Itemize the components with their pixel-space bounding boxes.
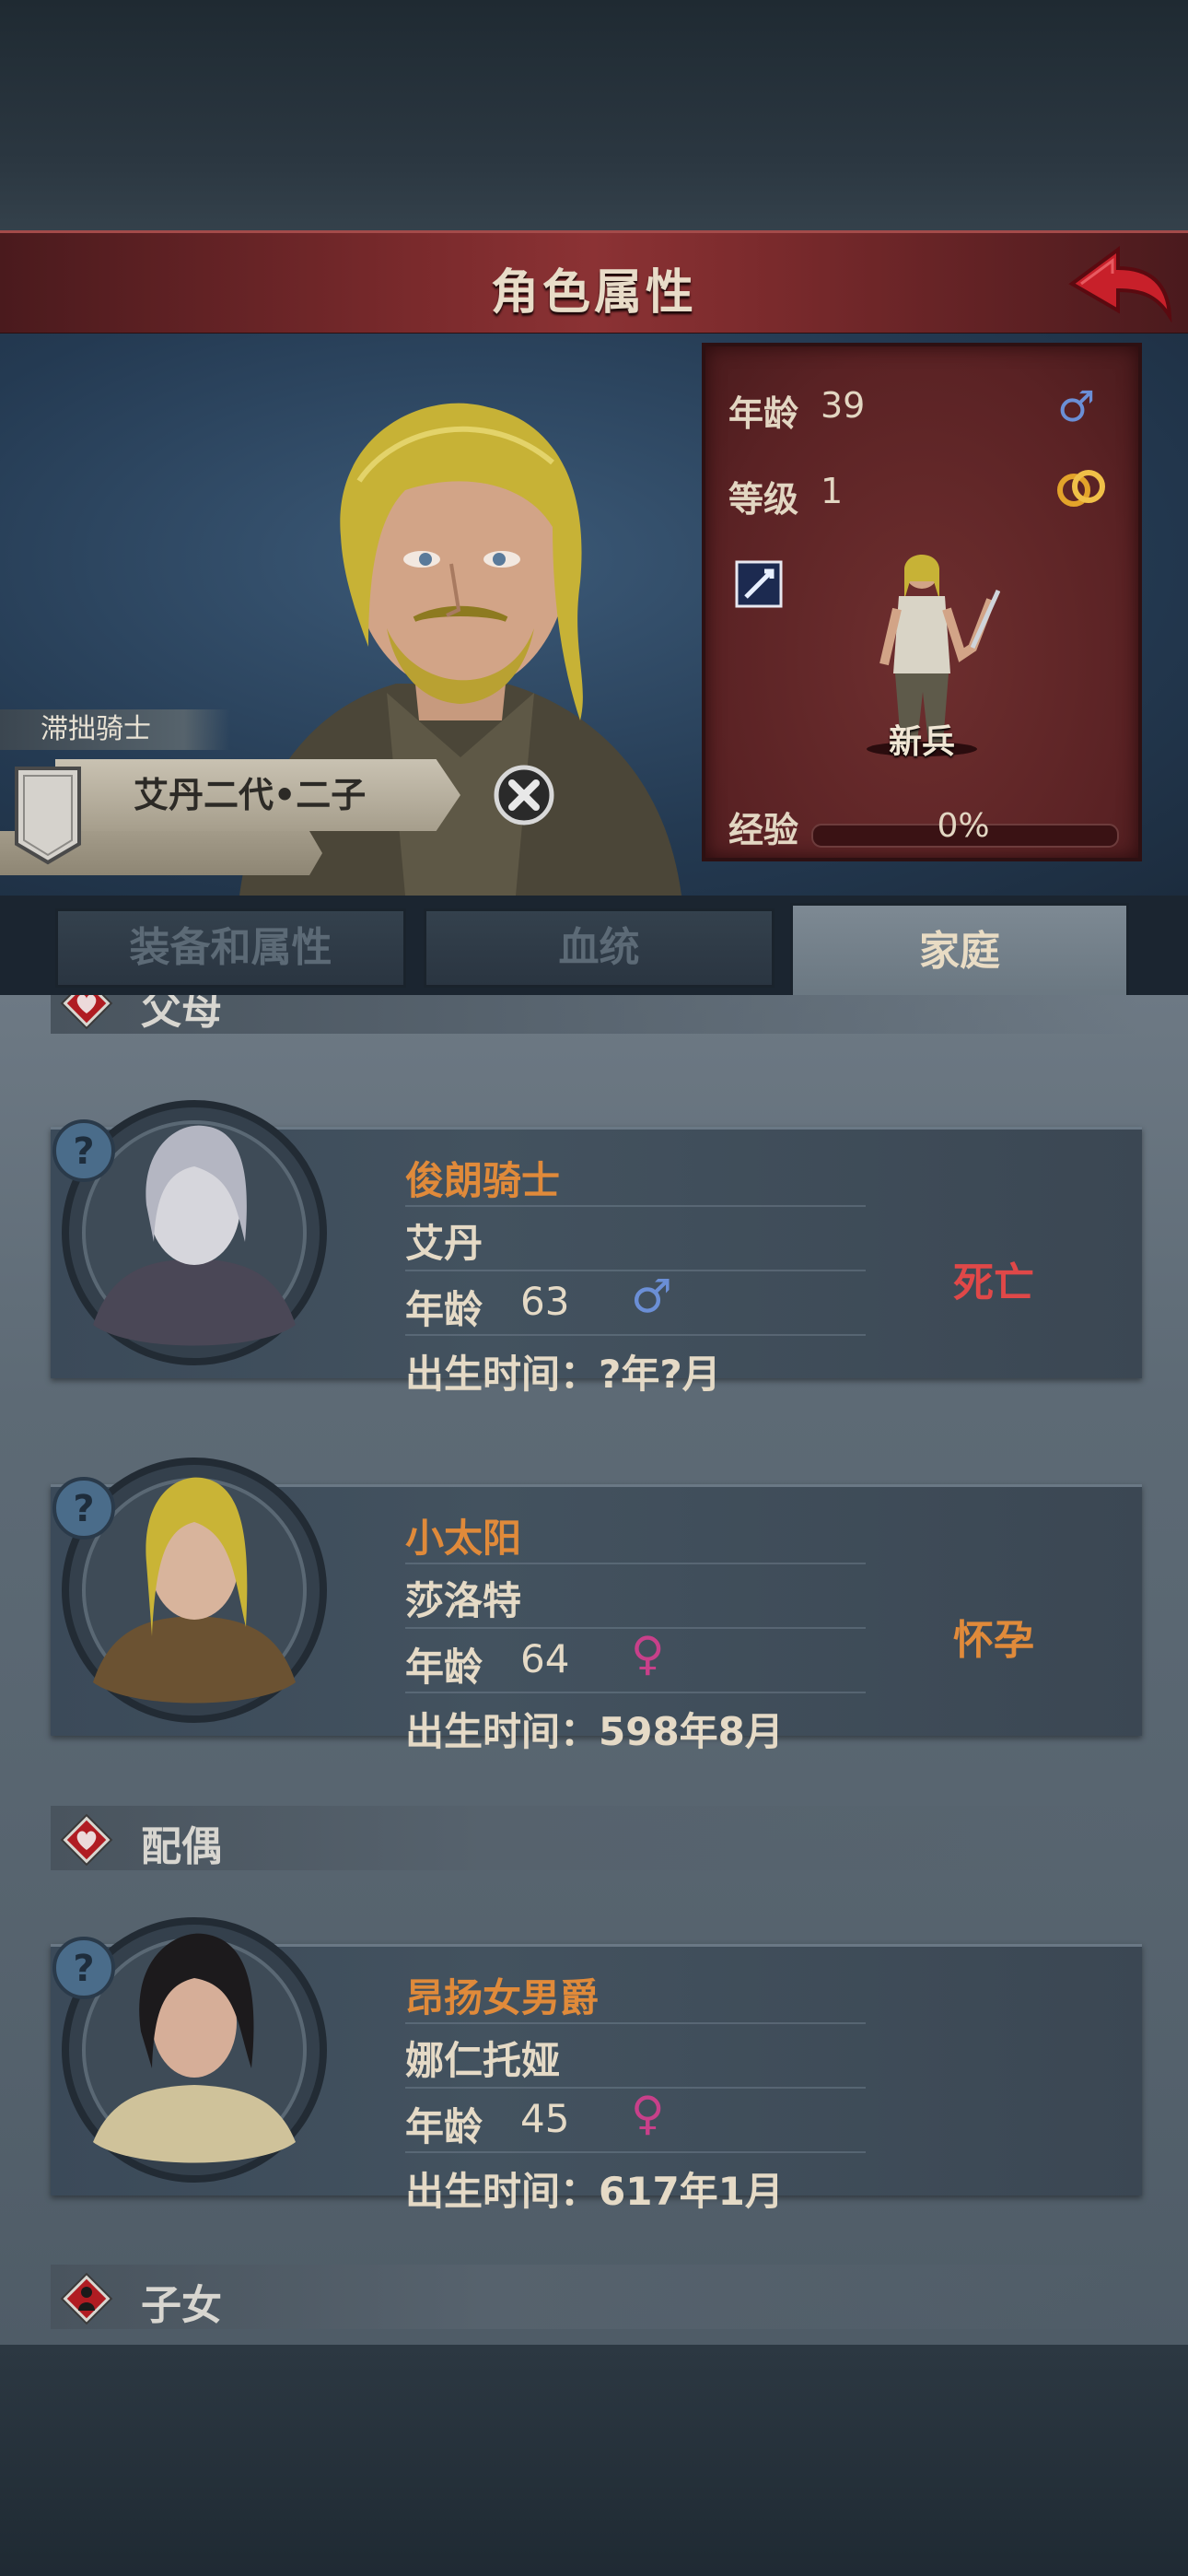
- heart-icon: [60, 1813, 113, 1867]
- svg-text:?: ?: [73, 1948, 94, 1990]
- level-label: 等级: [728, 479, 799, 520]
- family-card[interactable]: ? 小太阳 莎洛特 年龄 64 ♀ 出生时间：598年8月 怀孕: [51, 1458, 1142, 1754]
- member-birth: 出生时间：617年1月: [405, 2169, 784, 2214]
- back-arrow-icon[interactable]: [1065, 242, 1175, 325]
- age-label: 年龄: [728, 393, 799, 434]
- svg-text:?: ?: [73, 1488, 94, 1530]
- member-status: 怀孕: [953, 1617, 1034, 1664]
- level-value: 1: [821, 471, 844, 511]
- member-birth: 出生时间：?年?月: [405, 1352, 721, 1397]
- section-parents-label: 父母: [141, 995, 222, 1034]
- top-background: [0, 0, 1188, 230]
- member-age-label: 年龄: [405, 1287, 483, 1332]
- male-icon: ♂: [631, 1270, 672, 1323]
- bottom-background: [0, 2345, 1188, 2576]
- female-icon: ♀: [631, 1627, 665, 1680]
- svg-text:?: ?: [73, 1130, 94, 1173]
- section-spouse: 配偶: [51, 1806, 1137, 1870]
- female-icon: ♀: [631, 2087, 665, 2140]
- help-icon[interactable]: ?: [51, 1475, 117, 1541]
- male-icon: ♂: [1057, 381, 1096, 431]
- help-icon[interactable]: ?: [51, 1935, 117, 2001]
- sword-skill-icon[interactable]: [735, 560, 783, 608]
- family-card[interactable]: ? 俊朗骑士 艾丹 年龄 63 ♂ 出生时间：?年?月 死亡: [51, 1100, 1142, 1397]
- section-parents: 父母: [51, 995, 1137, 1034]
- member-age-label: 年龄: [405, 2104, 483, 2149]
- section-spouse-label: 配偶: [141, 1823, 222, 1870]
- stats-panel: 年龄 39 ♂ 等级 1 新兵 经验 0%: [702, 343, 1142, 861]
- help-icon[interactable]: ?: [51, 1118, 117, 1184]
- member-age-label: 年龄: [405, 1645, 483, 1690]
- member-name: 莎洛特: [405, 1578, 522, 1623]
- section-children-label: 子女: [141, 2282, 222, 2329]
- member-title: 昂扬女男爵: [405, 1975, 600, 2020]
- xp-value: 0%: [937, 807, 990, 845]
- house-banner-icon[interactable]: [13, 765, 83, 866]
- rank-label: 新兵: [888, 723, 955, 761]
- family-list[interactable]: 父母 ? 俊朗骑士 艾丹 年龄 63 ♂ 出生时间：?年?月 死亡 ? 小太阳 …: [0, 995, 1188, 2345]
- close-circle-icon[interactable]: [494, 765, 554, 825]
- marriage-rings-icon[interactable]: [1054, 466, 1109, 510]
- member-name: 艾丹: [405, 1221, 483, 1266]
- page-title: 角色属性: [490, 265, 697, 321]
- tab-equipment[interactable]: 装备和属性: [55, 908, 406, 988]
- xp-label: 经验: [728, 810, 799, 850]
- member-age: 45: [520, 2096, 570, 2141]
- member-age: 63: [520, 1279, 570, 1324]
- section-children: 子女: [51, 2265, 1137, 2329]
- tab-bar: 装备和属性 血统 家庭: [0, 896, 1188, 998]
- noble-title-tag: 滞拙骑士: [0, 709, 230, 750]
- member-age: 64: [520, 1636, 570, 1681]
- character-name[interactable]: 艾丹二代•二子: [55, 759, 460, 831]
- child-icon: [60, 2272, 113, 2325]
- heart-icon: [60, 995, 113, 1030]
- family-card[interactable]: ? 昂扬女男爵 娜仁托娅 年龄 45 ♀ 出生时间：617年1月: [51, 1917, 1142, 2214]
- member-name: 娜仁托娅: [405, 2038, 561, 2083]
- member-title: 小太阳: [405, 1516, 522, 1561]
- tab-family[interactable]: 家庭: [790, 903, 1129, 998]
- member-status: 死亡: [953, 1259, 1034, 1306]
- title-bar: 角色属性: [0, 230, 1188, 336]
- tab-lineage[interactable]: 血统: [424, 908, 775, 988]
- age-value: 39: [821, 385, 866, 426]
- member-birth: 出生时间：598年8月: [405, 1709, 784, 1754]
- member-title: 俊朗骑士: [405, 1158, 561, 1203]
